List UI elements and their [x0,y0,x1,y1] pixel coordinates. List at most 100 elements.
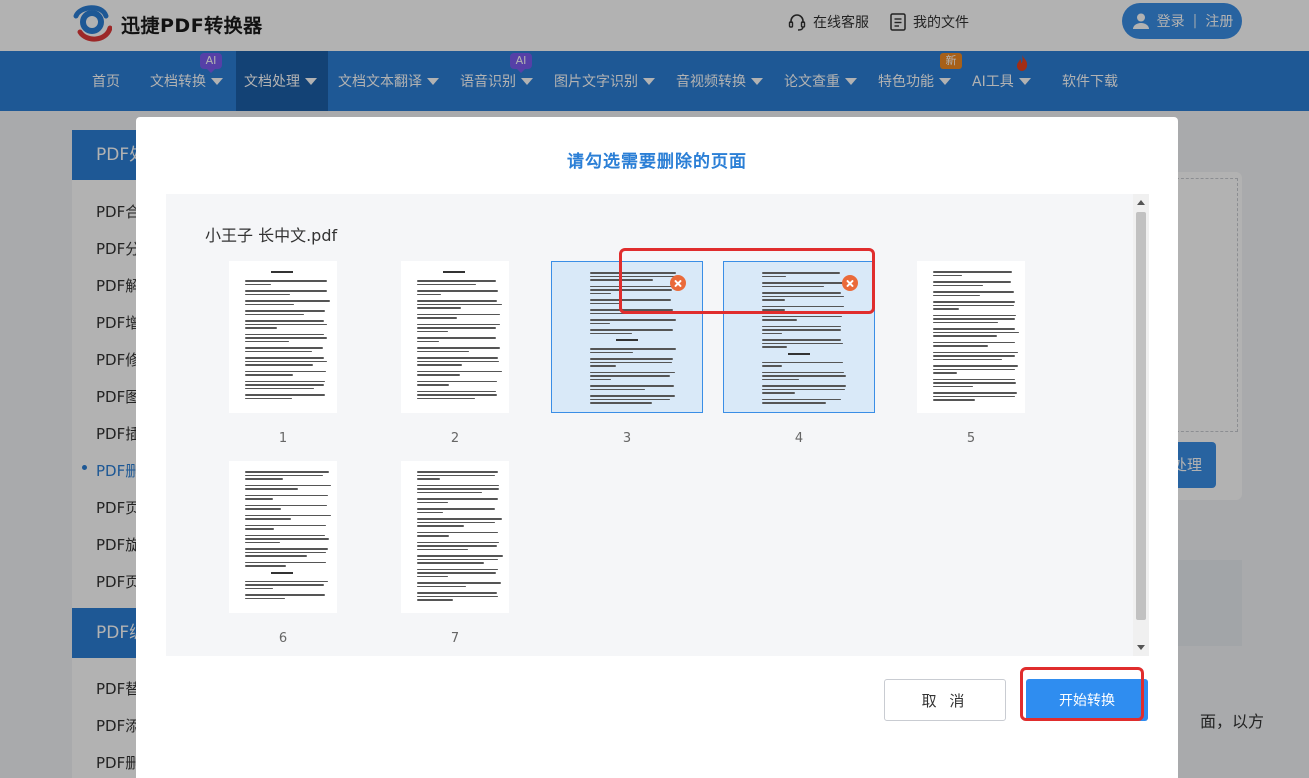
page-text-line [417,283,476,285]
page-text-line [590,292,612,294]
page-number: 4 [794,431,804,446]
page-text-line [245,320,324,322]
page-thumbnail[interactable]: 5 [896,261,1046,451]
page-text-line [417,290,498,292]
page-text-line [245,518,291,520]
annotation-highlight-selected-pages [619,248,875,314]
page-text-line [933,351,1019,353]
page-text-line [245,340,290,342]
page-text-line [417,582,501,584]
page-text-line [245,555,307,557]
page-text-line [417,327,497,329]
cancel-button[interactable]: 取 消 [884,679,1006,721]
page-text-line [417,548,469,550]
scroll-down-icon[interactable] [1137,645,1145,650]
page-text-line [245,548,328,550]
page-text-line [245,300,331,302]
page-heading-line [443,271,465,273]
page-text-line [417,280,497,282]
page-text-line [417,293,441,295]
page-text-line [933,335,998,337]
page-text-line [245,364,313,366]
page-text-line [417,558,499,560]
page-text-line [590,375,671,377]
page-text-line [417,488,500,490]
page-text-line [762,385,846,387]
page-text-line [245,370,327,372]
page-text-line [762,388,846,390]
page-text-line [245,494,329,496]
page-text-line [417,370,502,372]
page-text-line [933,341,1015,343]
page-text-line [762,342,844,344]
page-text-line [933,318,1015,320]
page-text-line [245,561,326,563]
page-text-line [245,374,293,376]
page-text-line [417,313,500,315]
page-text-line [417,508,496,510]
page-text-line [417,397,476,399]
page-thumbnail[interactable]: 1 [208,261,358,451]
page-text-line [762,378,799,380]
page-thumbnail[interactable]: 7 [380,461,530,651]
page-number: 1 [278,431,288,446]
scroll-up-icon[interactable] [1137,200,1145,205]
page-text-line [245,360,327,362]
page-number: 2 [450,431,460,446]
page-text-line [245,541,281,543]
page-text-line [762,346,788,348]
page-text-line [245,327,277,329]
page-text-line [245,538,329,540]
page-text-line [245,498,274,500]
page-text-line [417,374,460,376]
page-text-line [417,525,464,527]
page-text-line [933,355,1016,357]
page-text-line [933,308,959,310]
page-text-line [417,491,482,493]
page-text-line [933,378,1016,380]
page-text-line [245,471,329,473]
page-text-line [245,508,281,510]
page-text-line [933,385,973,387]
page-heading-line [788,352,810,355]
page-text-line [245,534,325,536]
page-text-line [417,545,497,547]
scroll-thumb[interactable] [1136,212,1146,620]
page-text-line [417,585,467,587]
page-text-line [417,303,503,305]
page-preview[interactable] [401,261,509,413]
page-text-line [590,332,633,334]
page-text-line [245,397,293,399]
page-text-line [933,321,999,323]
page-text-line [590,365,617,367]
page-text-line [933,284,984,286]
page-text-line [590,322,611,324]
page-text-line [417,478,441,480]
page-text-line [417,498,499,500]
page-text-line [933,274,963,276]
page-text-line [417,360,499,362]
page-preview[interactable] [917,261,1025,413]
page-thumbnail[interactable]: 2 [380,261,530,451]
page-thumbnail[interactable]: 6 [208,461,358,651]
page-preview[interactable] [229,261,337,413]
page-text-line [245,580,328,582]
page-text-line [245,333,325,335]
page-text-line [590,385,674,387]
page-preview[interactable] [229,461,337,613]
page-text-line [417,568,499,570]
annotation-highlight-start-button [1020,667,1144,721]
page-text-line [933,314,1017,316]
page-text-line [933,365,1018,367]
page-text-line [245,524,327,526]
page-text-line [245,594,325,596]
page-text-line [245,394,325,396]
page-text-line [933,395,1016,397]
thumbnails-scrollbar[interactable] [1133,194,1149,656]
page-text-line [762,392,796,394]
page-paper [921,261,1021,413]
page-text-line [245,357,324,359]
page-text-line [245,565,286,567]
page-preview[interactable] [401,461,509,613]
page-text-line [417,390,497,392]
